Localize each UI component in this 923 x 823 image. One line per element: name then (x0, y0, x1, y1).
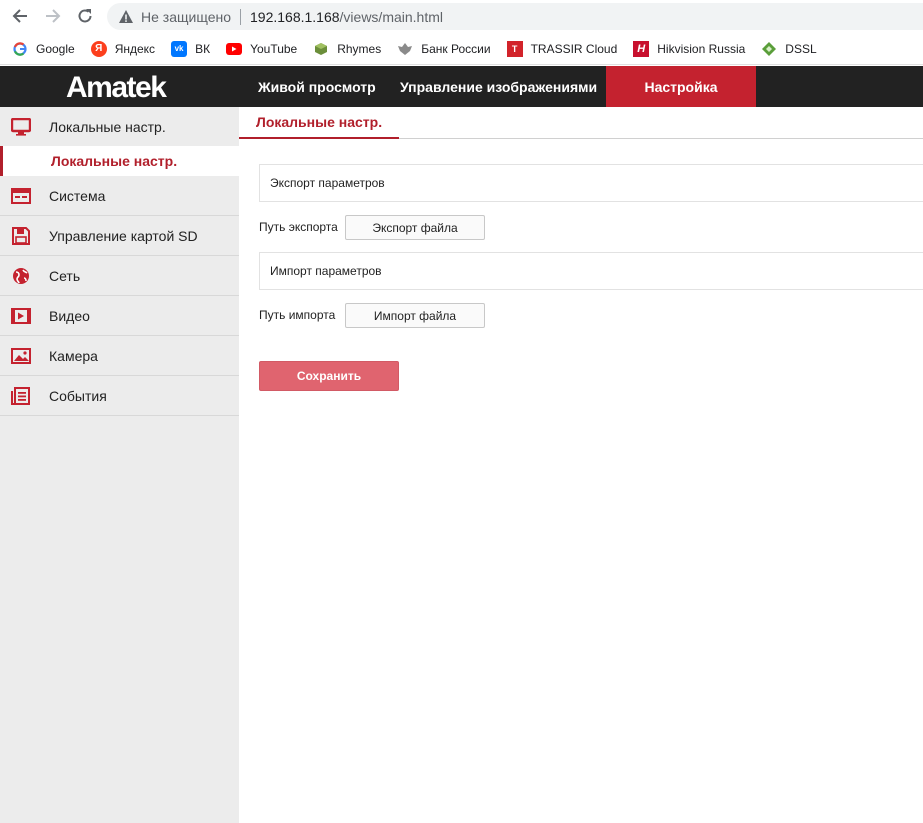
reload-icon[interactable] (74, 5, 96, 27)
google-icon (12, 41, 28, 57)
sidebar: Локальные настр. Локальные настр. Систем… (0, 107, 239, 823)
bookmark-label: Яндекс (114, 41, 156, 56)
bank-icon (397, 41, 413, 57)
address-bar[interactable]: Не защищено 192.168.1.168/views/main.htm… (107, 3, 923, 30)
bookmark-label: DSSL (785, 41, 817, 56)
bookmark-vk[interactable]: vk ВК (171, 40, 211, 57)
sidebar-item-local-settings[interactable]: Локальные настр. (0, 107, 239, 147)
export-section-header: Экспорт параметров (259, 164, 923, 202)
trassir-icon: T (506, 40, 523, 57)
sidebar-item-label: Локальные настр. (49, 118, 166, 135)
sidebar-item-camera[interactable]: Камера (0, 336, 239, 376)
url-path: /views/main.html (339, 8, 443, 25)
bookmarks-bar: Google Я Яндекс vk ВК YouTube Rhymes Бан… (0, 33, 923, 65)
yandex-icon: Я (90, 40, 107, 57)
logo: Amatek (66, 71, 167, 104)
sidebar-subitem-local-settings[interactable]: Локальные настр. (0, 146, 239, 176)
monitor-icon (11, 117, 31, 136)
bookmark-label: YouTube (250, 41, 298, 56)
bookmark-label: ВК (195, 41, 211, 56)
tab-local-settings[interactable]: Локальные настр. (239, 107, 399, 139)
url-host: 192.168.1.168 (250, 8, 340, 25)
image-icon (11, 347, 31, 365)
bookmark-label: TRASSIR Cloud (530, 41, 618, 56)
system-icon (11, 187, 31, 205)
sidebar-item-network[interactable]: Сеть (0, 256, 239, 296)
rhymes-icon (313, 41, 329, 57)
export-file-button[interactable]: Экспорт файла (345, 215, 485, 240)
save-button[interactable]: Сохранить (259, 361, 399, 391)
export-path-label: Путь экспорта (259, 220, 338, 234)
bookmark-trassir[interactable]: T TRASSIR Cloud (506, 40, 618, 57)
bookmark-google[interactable]: Google (12, 41, 75, 57)
sidebar-item-events[interactable]: События (0, 376, 239, 416)
security-status: Не защищено (141, 8, 231, 25)
sidebar-item-label: Камера (49, 347, 98, 364)
app-header: Amatek Живой просмотр Управление изображ… (0, 66, 923, 107)
globe-icon (11, 267, 31, 285)
hikvision-icon: H (633, 40, 650, 57)
bookmark-rhymes[interactable]: Rhymes (313, 41, 381, 57)
events-icon (11, 386, 31, 405)
sidebar-item-system[interactable]: Система (0, 176, 239, 216)
dssl-icon (761, 41, 777, 57)
sidebar-item-label: Сеть (49, 267, 81, 284)
bookmark-label: Банк России (421, 41, 491, 56)
sidebar-item-sd-card[interactable]: Управление картой SD (0, 216, 239, 256)
import-path-label: Путь импорта (259, 308, 336, 322)
warning-icon (119, 9, 133, 23)
bookmark-yandex[interactable]: Я Яндекс (90, 40, 156, 57)
sidebar-item-video[interactable]: Видео (0, 296, 239, 336)
vk-icon: vk (171, 40, 188, 57)
bookmark-youtube[interactable]: YouTube (226, 41, 297, 57)
back-icon[interactable] (9, 5, 31, 27)
main-content: Локальные настр. Экспорт параметров Путь… (239, 107, 923, 823)
video-icon (11, 307, 31, 325)
bookmark-hikvision[interactable]: H Hikvision Russia (633, 40, 746, 57)
sidebar-item-label: Управление картой SD (49, 227, 198, 244)
sidebar-item-label: Видео (49, 307, 90, 324)
bookmark-bank[interactable]: Банк России (397, 41, 491, 57)
browser-toolbar: Не защищено 192.168.1.168/views/main.htm… (0, 0, 923, 33)
tab-settings[interactable]: Настройка (606, 66, 756, 107)
sidebar-item-label: События (49, 387, 107, 404)
sidebar-item-label: Система (49, 187, 106, 204)
forward-icon[interactable] (42, 5, 64, 27)
import-file-button[interactable]: Импорт файла (345, 303, 485, 328)
address-separator (240, 8, 241, 25)
tab-divider (399, 138, 923, 139)
bookmark-dssl[interactable]: DSSL (761, 41, 817, 57)
import-section-header: Импорт параметров (259, 252, 923, 290)
youtube-icon (226, 41, 243, 57)
bookmark-label: Google (36, 41, 75, 56)
tab-live-view[interactable]: Живой просмотр (258, 66, 376, 107)
tab-image-management[interactable]: Управление изображениями (400, 66, 597, 107)
sd-card-icon (11, 226, 31, 245)
bookmark-label: Rhymes (337, 41, 382, 56)
bookmark-label: Hikvision Russia (657, 41, 746, 56)
